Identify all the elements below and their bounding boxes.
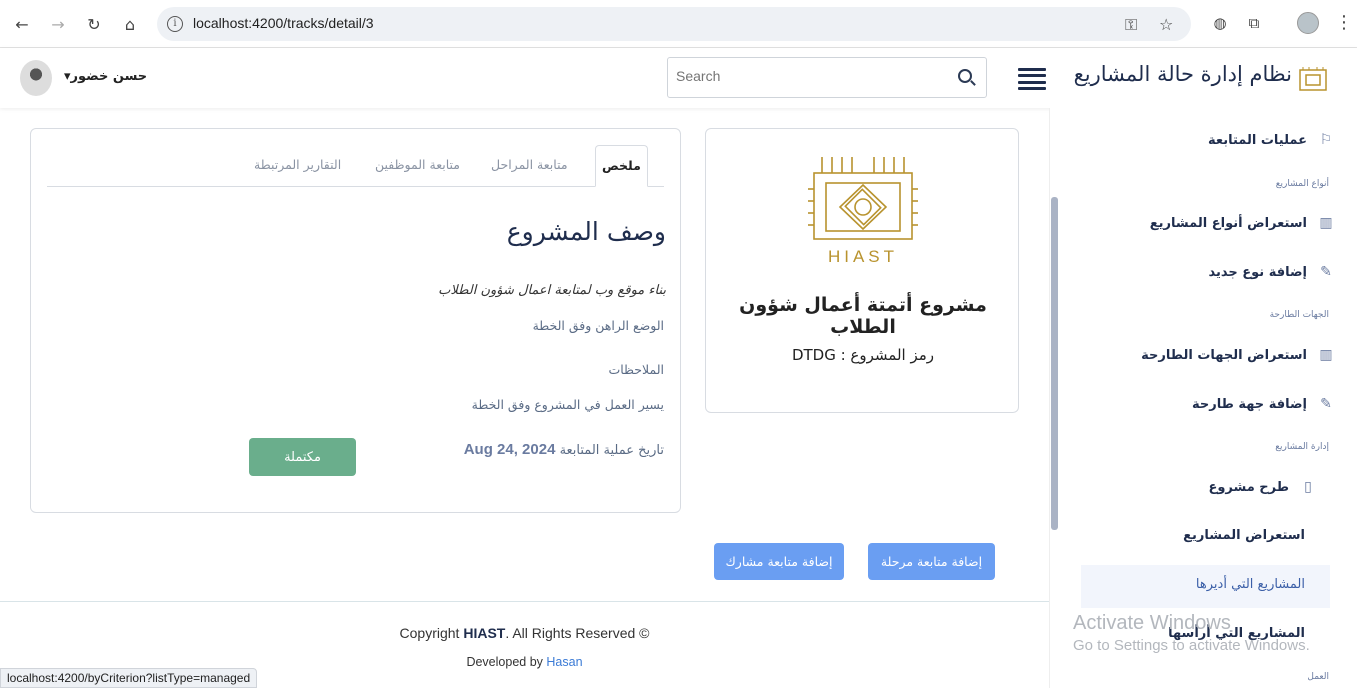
back-icon[interactable]: ← xyxy=(10,12,34,36)
complete-status-button[interactable]: مكتملة xyxy=(249,438,356,476)
sidebar-item-add-type[interactable]: ✎ إضافة نوع جديد xyxy=(1208,264,1335,280)
site-info-icon[interactable]: i xyxy=(167,16,183,32)
sidebar-item-managed-projects[interactable]: المشاريع التي أديرها xyxy=(1196,577,1305,592)
document-icon: ▯ xyxy=(1304,479,1312,495)
sidebar-item-label: عمليات المتابعة xyxy=(1207,132,1307,148)
home-icon[interactable]: ⌂ xyxy=(118,12,142,36)
current-status: الوضع الراهن وفق الخطة xyxy=(532,318,664,333)
sidebar-item-label: استعراض الجهات الطارحة xyxy=(1141,347,1307,363)
project-code: رمز المشروع : DTDG xyxy=(791,346,935,364)
translate-extension-icon[interactable]: ◍ xyxy=(1209,12,1231,34)
sidebar-item-view-sponsors[interactable]: ▥ استعراض الجهات الطارحة xyxy=(1141,347,1335,363)
profile-avatar[interactable] xyxy=(1297,12,1319,34)
tab-bar: ملخص متابعة المراحل متابعة الموظفين التق… xyxy=(47,145,664,187)
extensions-icon[interactable]: ⧉ xyxy=(1243,12,1265,34)
map-icon: ▥ xyxy=(1319,347,1333,363)
sidebar-section-work: العمل xyxy=(1307,672,1329,682)
footer-divider xyxy=(0,601,1049,602)
search-input[interactable] xyxy=(676,68,936,84)
app-title: نظام إدارة حالة المشاريع xyxy=(1073,62,1292,86)
date-value: Aug 24, 2024 xyxy=(463,441,556,458)
tab-reports[interactable]: التقارير المرتبطة xyxy=(254,157,341,172)
sidebar-item-label: طرح مشروع xyxy=(1208,479,1289,495)
sidebar-item-view-types[interactable]: ▥ استعراض أنواع المشاريع xyxy=(1150,215,1335,231)
sidebar-item-label: إضافة نوع جديد xyxy=(1208,264,1307,280)
search-box[interactable] xyxy=(667,57,987,98)
sidebar-item-label: استعراض المشاريع xyxy=(1183,528,1305,543)
section-title: وصف المشروع xyxy=(506,217,666,246)
avatar[interactable] xyxy=(20,60,52,96)
notes-text: يسير العمل في المشروع وفق الخطة xyxy=(471,397,664,412)
reload-icon[interactable]: ↻ xyxy=(82,12,106,36)
follow-date-row: تاريخ عملية المتابعة Aug 24, 2024 xyxy=(464,441,664,458)
address-bar[interactable]: i localhost:4200/tracks/detail/3 ⚿ ☆ xyxy=(157,7,1191,41)
developer-link[interactable]: Hasan xyxy=(546,655,582,669)
sidebar-scrollbar[interactable] xyxy=(1051,197,1058,530)
developed-prefix: Developed by xyxy=(466,655,543,669)
project-card: HIAST مشروع أتمتة أعمال شؤون الطلاب رمز … xyxy=(705,128,1019,413)
pencil-icon: ✎ xyxy=(1320,264,1332,280)
sidebar-section-project-types: أنواع المشاريع xyxy=(1275,179,1329,189)
search-icon[interactable] xyxy=(958,69,972,83)
sidebar-item-label: استعراض أنواع المشاريع xyxy=(1149,215,1307,231)
date-label: تاريخ عملية المتابعة xyxy=(559,443,664,458)
project-description: بناء موقع وب لمتابعة اعمال شؤون الطلاب xyxy=(438,283,666,298)
tab-summary[interactable]: ملخص xyxy=(595,145,648,187)
sidebar-section-sponsors: الجهات الطارحة xyxy=(1269,310,1329,320)
sidebar-item-label: إضافة جهة طارحة xyxy=(1191,396,1307,412)
hiast-logo: HIAST xyxy=(808,157,918,266)
activate-windows-title: Activate Windows xyxy=(1073,612,1231,634)
hamburger-menu-icon[interactable] xyxy=(1018,68,1046,90)
notes-label: الملاحظات xyxy=(608,362,664,377)
tab-stages[interactable]: متابعة المراحل xyxy=(491,157,568,172)
sidebar-item-label: المشاريع التي أديرها xyxy=(1195,577,1305,592)
summary-card: ملخص متابعة المراحل متابعة الموظفين التق… xyxy=(30,128,681,513)
copyright: Copyright HIAST. All Rights Reserved © xyxy=(0,625,1049,641)
user-name: حسن خضور xyxy=(70,69,148,84)
link-status-url: localhost:4200/byCriterion?listType=mana… xyxy=(0,668,258,688)
add-participant-follow-button[interactable]: إضافة متابعة مشارك xyxy=(714,543,844,580)
project-title: مشروع أتمتة أعمال شؤون الطلاب xyxy=(739,294,987,338)
url-text: localhost:4200/tracks/detail/3 xyxy=(193,15,374,31)
key-icon[interactable]: ⚿ xyxy=(1125,15,1137,35)
activate-windows-subtitle: Go to Settings to activate Windows. xyxy=(1073,637,1310,654)
pencil-icon: ✎ xyxy=(1320,396,1332,412)
sidebar-item-propose-project[interactable]: ▯ طرح مشروع xyxy=(1208,479,1317,495)
copyright-brand: HIAST xyxy=(463,625,506,641)
menu-kebab-icon[interactable]: ⋮ xyxy=(1335,12,1353,33)
user-menu[interactable]: حسن خضور▾ xyxy=(64,69,147,84)
sidebar: ⚐ عمليات المتابعة أنواع المشاريع ▥ استعراض… xyxy=(1049,108,1357,688)
add-stage-follow-button[interactable]: إضافة متابعة مرحلة xyxy=(868,543,995,580)
sidebar-item-add-sponsor[interactable]: ✎ إضافة جهة طارحة xyxy=(1192,396,1335,412)
browser-toolbar: ← → ↻ ⌂ i localhost:4200/tracks/detail/3… xyxy=(0,0,1357,48)
flag-icon: ⚐ xyxy=(1319,132,1333,148)
copyright-suffix: . All Rights Reserved © xyxy=(505,625,650,641)
map-icon: ▥ xyxy=(1319,215,1333,231)
sidebar-item-view-projects[interactable]: استعراض المشاريع xyxy=(1183,528,1305,543)
logo-text: HIAST xyxy=(828,247,898,266)
sidebar-item-follow-ops[interactable]: ⚐ عمليات المتابعة xyxy=(1208,132,1335,148)
star-icon[interactable]: ☆ xyxy=(1159,15,1173,34)
copyright-prefix: Copyright xyxy=(399,625,460,641)
sidebar-section-project-management: إدارة المشاريع xyxy=(1275,442,1329,452)
forward-icon[interactable]: → xyxy=(46,12,70,36)
app-logo-icon xyxy=(1299,67,1327,91)
tab-employees[interactable]: متابعة الموظفين xyxy=(375,157,460,172)
developed-by: Developed by Hasan xyxy=(0,655,1049,669)
